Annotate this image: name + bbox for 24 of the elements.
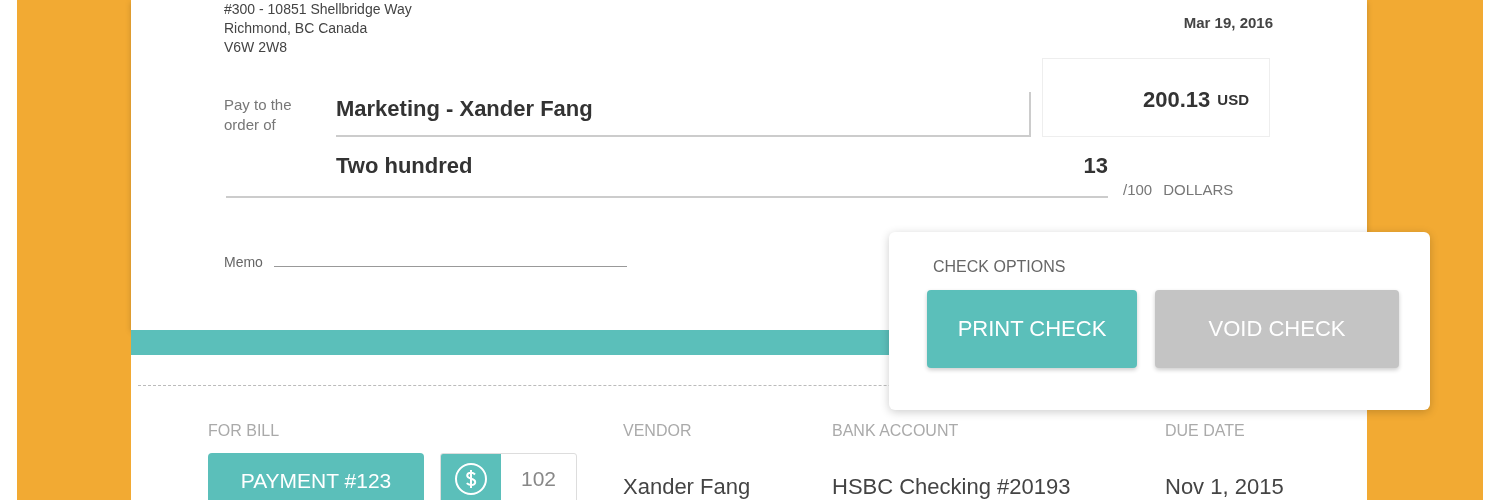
currency-unit: DOLLARS — [1163, 181, 1234, 198]
amount-words-field[interactable]: Two hundred 13 — [226, 153, 1108, 198]
memo-label: Memo — [224, 254, 263, 270]
check-number-field[interactable]: 102 — [440, 453, 577, 500]
dollar-icon — [454, 462, 488, 496]
payee-label: Pay to the order of — [224, 95, 293, 135]
column-label: DUE DATE — [1165, 422, 1246, 441]
address-line: Richmond, BC Canada — [224, 19, 369, 38]
payment-button[interactable]: PAYMENT #123 — [208, 453, 424, 500]
options-title: CHECK OPTIONS — [933, 258, 1067, 276]
column-value: HSBC Checking #20193 — [832, 474, 1072, 500]
column-value: Xander Fang — [623, 474, 752, 500]
column-label: FOR BILL — [208, 422, 281, 441]
column-value: Nov 1, 2015 — [1165, 474, 1285, 500]
check-action-button[interactable]: PRINT CHECK — [927, 290, 1137, 368]
amount-field[interactable]: 200.13 USD — [1042, 58, 1270, 137]
address-line: #300 - 10851 Shellbridge Way — [224, 0, 412, 19]
memo-line[interactable] — [273, 266, 627, 267]
check-date: Mar 19, 2016 — [1183, 13, 1274, 33]
column-label: BANK ACCOUNT — [832, 422, 960, 441]
address-line: V6W 2W8 — [224, 38, 288, 57]
payee-field[interactable]: Marketing - Xander Fang — [336, 92, 1031, 137]
column-label: VENDOR — [623, 422, 693, 441]
cents-denominator: /100 — [1123, 181, 1153, 198]
